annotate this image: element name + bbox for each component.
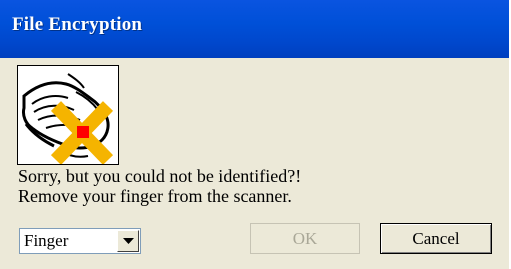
dialog-body: Sorry, but you could not be identified?!… xyxy=(0,58,509,269)
fingerprint-scan-fail-icon xyxy=(17,65,119,165)
error-message-line-1: Sorry, but you could not be identified?! xyxy=(18,166,302,186)
title-bar[interactable]: File Encryption xyxy=(0,0,509,58)
chevron-down-icon xyxy=(123,238,134,244)
error-message-line-2: Remove your finger from the scanner. xyxy=(18,186,292,206)
credential-type-select[interactable]: Finger xyxy=(19,228,141,254)
window-title: File Encryption xyxy=(12,14,143,35)
ok-button[interactable]: OK xyxy=(250,223,360,254)
cancel-button[interactable]: Cancel xyxy=(380,223,492,254)
error-message: Sorry, but you could not be identified?!… xyxy=(18,166,301,206)
dropdown-button[interactable] xyxy=(117,230,139,252)
dialog-window: File Encryption Sorry, but you could not… xyxy=(0,0,509,269)
credential-type-value: Finger xyxy=(24,231,69,250)
